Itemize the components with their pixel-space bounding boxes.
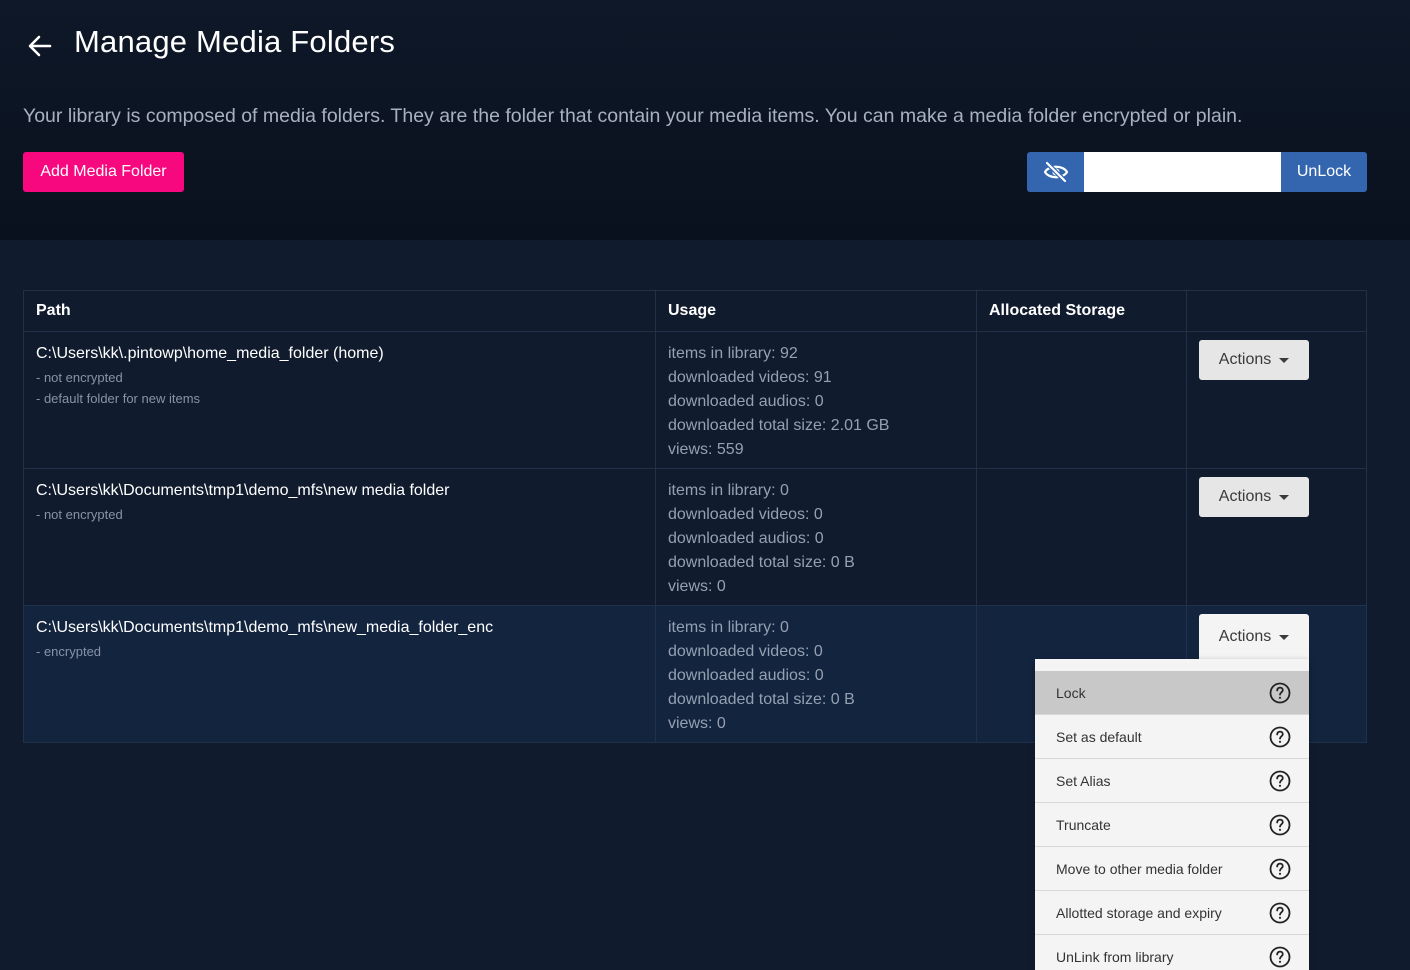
- usage-items: items in library: 92: [668, 345, 798, 362]
- toggle-password-visibility-button[interactable]: [1027, 152, 1084, 192]
- path-cell: C:\Users\kk\.pintowp\home_media_folder (…: [24, 332, 656, 468]
- path-cell: C:\Users\kk\Documents\tmp1\demo_mfs\new_…: [24, 606, 656, 742]
- usage-cell: items in library: 0 downloaded videos: 0…: [656, 606, 977, 742]
- actions-cell: Actions: [1187, 332, 1366, 468]
- menu-item-label: UnLink from library: [1056, 948, 1174, 965]
- usage-audios: downloaded audios: 0: [668, 530, 824, 547]
- caret-down-icon: [1279, 495, 1290, 500]
- menu-item-label: Allotted storage and expiry: [1056, 904, 1222, 921]
- path-cell: C:\Users\kk\Documents\tmp1\demo_mfs\new …: [24, 469, 656, 605]
- folder-path: C:\Users\kk\Documents\tmp1\demo_mfs\new …: [36, 482, 450, 499]
- folder-note: - not encrypted: [36, 370, 123, 385]
- usage-audios: downloaded audios: 0: [668, 393, 824, 410]
- usage-total-size: downloaded total size: 0 B: [668, 691, 855, 708]
- eye-slash-icon: [1043, 161, 1068, 183]
- column-header-actions: [1187, 291, 1366, 331]
- folder-path: C:\Users\kk\Documents\tmp1\demo_mfs\new_…: [36, 619, 494, 636]
- actions-dropdown-button[interactable]: Actions: [1199, 614, 1309, 659]
- menu-item-label: Move to other media folder: [1056, 860, 1223, 877]
- question-circle-icon[interactable]: [1269, 682, 1291, 704]
- actions-label: Actions: [1218, 488, 1272, 505]
- folder-path: C:\Users\kk\.pintowp\home_media_folder (…: [36, 345, 384, 362]
- menu-item-label: Set Alias: [1056, 772, 1111, 789]
- question-circle-icon[interactable]: [1269, 858, 1291, 880]
- unlock-button[interactable]: UnLock: [1281, 152, 1367, 192]
- usage-videos: downloaded videos: 0: [668, 506, 823, 523]
- usage-views: views: 0: [668, 715, 726, 732]
- arrow-left-icon[interactable]: [26, 32, 54, 60]
- usage-cell: items in library: 0 downloaded videos: 0…: [656, 469, 977, 605]
- question-circle-icon[interactable]: [1269, 726, 1291, 748]
- menu-item-unlink[interactable]: UnLink from library: [1035, 935, 1309, 970]
- menu-item-set-as-default[interactable]: Set as default: [1035, 715, 1309, 759]
- usage-videos: downloaded videos: 91: [668, 369, 832, 386]
- intro-text: Your library is composed of media folder…: [23, 105, 1243, 127]
- menu-item-move-to-other-folder[interactable]: Move to other media folder: [1035, 847, 1309, 891]
- caret-down-icon: [1279, 358, 1290, 363]
- usage-cell: items in library: 92 downloaded videos: …: [656, 332, 977, 468]
- column-header-allocated-storage: Allocated Storage: [977, 291, 1187, 331]
- question-circle-icon[interactable]: [1269, 770, 1291, 792]
- actions-dropdown-button[interactable]: Actions: [1199, 477, 1309, 517]
- usage-audios: downloaded audios: 0: [668, 667, 824, 684]
- usage-views: views: 559: [668, 441, 744, 458]
- table-row: C:\Users\kk\Documents\tmp1\demo_mfs\new …: [24, 469, 1366, 606]
- usage-items: items in library: 0: [668, 619, 789, 636]
- question-circle-icon[interactable]: [1269, 902, 1291, 924]
- menu-item-lock[interactable]: Lock: [1035, 671, 1309, 715]
- menu-item-allotted-storage[interactable]: Allotted storage and expiry: [1035, 891, 1309, 935]
- question-circle-icon[interactable]: [1269, 814, 1291, 836]
- password-input[interactable]: [1084, 152, 1281, 192]
- question-circle-icon[interactable]: [1269, 946, 1291, 968]
- usage-total-size: downloaded total size: 2.01 GB: [668, 417, 890, 434]
- menu-item-set-alias[interactable]: Set Alias: [1035, 759, 1309, 803]
- column-header-path: Path: [24, 291, 656, 331]
- usage-views: views: 0: [668, 578, 726, 595]
- usage-items: items in library: 0: [668, 482, 789, 499]
- usage-total-size: downloaded total size: 0 B: [668, 554, 855, 571]
- caret-down-icon: [1279, 634, 1290, 640]
- table-header: Path Usage Allocated Storage: [24, 291, 1366, 332]
- actions-cell: Actions: [1187, 469, 1366, 605]
- folder-note: - encrypted: [36, 644, 102, 659]
- actions-label: Actions: [1218, 351, 1272, 368]
- table-row: C:\Users\kk\.pintowp\home_media_folder (…: [24, 332, 1366, 469]
- allocated-storage-cell: [977, 332, 1187, 468]
- usage-videos: downloaded videos: 0: [668, 643, 823, 660]
- menu-item-label: Set as default: [1056, 728, 1142, 745]
- add-media-folder-button[interactable]: Add Media Folder: [23, 152, 184, 192]
- column-header-usage: Usage: [656, 291, 977, 331]
- page-title: Manage Media Folders: [74, 24, 396, 59]
- menu-item-label: Lock: [1056, 684, 1086, 701]
- allocated-storage-cell: [977, 469, 1187, 605]
- folder-note: - not encrypted: [36, 507, 123, 522]
- actions-label: Actions: [1218, 627, 1272, 645]
- menu-item-truncate[interactable]: Truncate: [1035, 803, 1309, 847]
- menu-item-label: Truncate: [1056, 816, 1111, 833]
- unlock-group: UnLock: [1027, 152, 1367, 192]
- actions-dropdown-button[interactable]: Actions: [1199, 340, 1309, 380]
- actions-dropdown-menu: Lock Set as default Set Alias Truncate M…: [1035, 659, 1309, 970]
- page-header: Manage Media Folders Your library is com…: [0, 0, 1410, 240]
- folder-note: - default folder for new items: [36, 391, 201, 406]
